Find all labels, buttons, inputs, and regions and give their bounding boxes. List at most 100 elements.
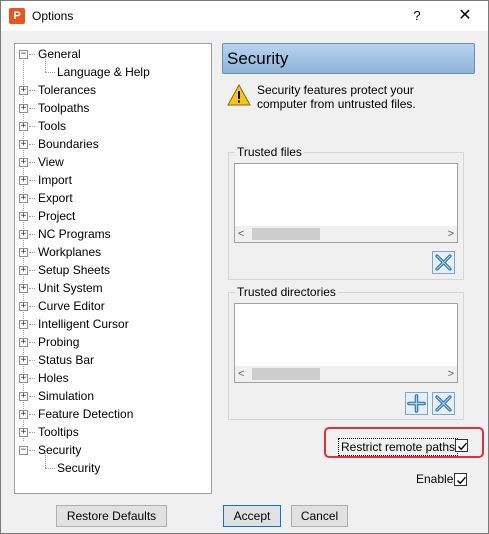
trusted-files-hscrollbar[interactable]: < > xyxy=(235,225,457,242)
tree-item[interactable]: + Import xyxy=(15,171,211,189)
tree-item-label: NC Programs xyxy=(38,227,111,241)
tree-item[interactable]: + View xyxy=(15,153,211,171)
checkmark-icon xyxy=(457,476,467,485)
restore-defaults-button[interactable]: Restore Defaults xyxy=(56,505,167,527)
tree-item-label: Probing xyxy=(38,335,80,349)
add-trusted-directory-button[interactable] xyxy=(405,392,428,415)
collapse-icon[interactable]: − xyxy=(19,50,28,59)
expand-icon[interactable]: + xyxy=(19,410,28,419)
scroll-left-button[interactable]: < xyxy=(238,228,244,240)
tree-connector xyxy=(29,414,35,415)
expand-icon[interactable]: + xyxy=(19,158,28,167)
expand-icon[interactable]: + xyxy=(19,428,28,437)
tree-subitem[interactable]: Security xyxy=(15,453,211,477)
tree-item-label: Unit System xyxy=(38,281,103,295)
expand-icon[interactable]: + xyxy=(19,248,28,257)
expand-icon[interactable]: + xyxy=(19,194,28,203)
tree-item[interactable]: + Tolerances xyxy=(15,81,211,99)
collapse-icon[interactable]: − xyxy=(19,446,28,455)
tree-item[interactable]: + Feature Detection xyxy=(15,405,211,423)
tree-item[interactable]: + Intelligent Cursor xyxy=(15,315,211,333)
tree-item[interactable]: + Setup Sheets xyxy=(15,261,211,279)
panel-header: Security xyxy=(222,43,475,74)
remove-trusted-file-button[interactable] xyxy=(432,251,455,274)
expand-icon[interactable]: + xyxy=(19,230,28,239)
tree-item-label: Holes xyxy=(38,371,69,385)
expand-icon[interactable]: + xyxy=(19,212,28,221)
scroll-left-button[interactable]: < xyxy=(238,368,244,380)
tree-item[interactable]: + Simulation xyxy=(15,387,211,405)
cancel-button[interactable]: Cancel xyxy=(291,505,348,527)
expand-icon[interactable]: + xyxy=(19,140,28,149)
tree-item[interactable]: + Boundaries xyxy=(15,135,211,153)
expand-icon[interactable]: + xyxy=(19,338,28,347)
tree-connector xyxy=(29,288,35,289)
tree-connector xyxy=(29,126,35,127)
panel-title: Security xyxy=(227,49,289,68)
restrict-remote-paths-checkbox[interactable] xyxy=(455,439,468,452)
scroll-thumb[interactable] xyxy=(252,368,320,380)
tree-item-label: Toolpaths xyxy=(38,101,90,115)
tree-item[interactable]: + Tools xyxy=(15,117,211,135)
trusted-directories-label: Trusted directories xyxy=(235,285,338,299)
tree-connector xyxy=(29,450,35,451)
tree-item[interactable]: + Unit System xyxy=(15,279,211,297)
restrict-remote-paths-label[interactable]: Restrict remote paths xyxy=(338,438,459,456)
tree-item-label: Workplanes xyxy=(38,245,102,259)
scroll-thumb[interactable] xyxy=(252,228,320,240)
expand-icon[interactable]: + xyxy=(19,266,28,275)
tree-item[interactable]: + Workplanes xyxy=(15,243,211,261)
tree-item[interactable]: + Holes xyxy=(15,369,211,387)
accept-button[interactable]: Accept xyxy=(223,505,281,527)
remove-icon xyxy=(435,254,452,271)
tree-item[interactable]: + Tooltips xyxy=(15,423,211,441)
tree-item[interactable]: + Project xyxy=(15,207,211,225)
tree-item-label: Boundaries xyxy=(38,137,99,151)
trusted-directories-hscrollbar[interactable]: < > xyxy=(235,365,457,382)
tree-item[interactable]: + Curve Editor xyxy=(15,297,211,315)
trusted-files-list[interactable]: < > xyxy=(234,163,458,243)
expand-icon[interactable]: + xyxy=(19,374,28,383)
tree-item[interactable]: + Export xyxy=(15,189,211,207)
remove-icon xyxy=(435,395,452,412)
expand-icon[interactable]: + xyxy=(19,302,28,311)
tree-item[interactable]: + Toolpaths xyxy=(15,99,211,117)
remove-trusted-directory-button[interactable] xyxy=(432,392,455,415)
tree-connector xyxy=(29,324,35,325)
tree-connector xyxy=(29,342,35,343)
expand-icon[interactable]: + xyxy=(19,122,28,131)
expand-icon[interactable]: + xyxy=(19,320,28,329)
tree-item[interactable]: + Probing xyxy=(15,333,211,351)
expand-icon[interactable]: + xyxy=(19,86,28,95)
tree-item-label: Intelligent Cursor xyxy=(38,317,129,331)
trusted-directories-list[interactable]: < > xyxy=(234,303,458,383)
tree-connector xyxy=(45,468,55,469)
tree-connector xyxy=(29,306,35,307)
trusted-directories-group: Trusted directories < > xyxy=(228,285,464,420)
tree-item-label: Project xyxy=(38,209,76,223)
options-tree[interactable]: − General Language & Help + Tolerances + Toolp… xyxy=(14,43,212,494)
expand-icon[interactable]: + xyxy=(19,284,28,293)
tree-item-label: Tools xyxy=(38,119,67,133)
expand-icon[interactable]: + xyxy=(19,176,28,185)
close-button[interactable]: ✕ xyxy=(451,5,479,27)
expand-icon[interactable]: + xyxy=(19,356,28,365)
tree-item[interactable]: + NC Programs xyxy=(15,225,211,243)
tree-connector xyxy=(29,108,35,109)
warning-text: Security features protect your computer … xyxy=(257,83,416,111)
tree-connector xyxy=(45,57,46,72)
tree-subitem[interactable]: Language & Help xyxy=(15,57,211,81)
help-button[interactable]: ? xyxy=(405,5,429,27)
expand-icon[interactable]: + xyxy=(19,392,28,401)
tree-item[interactable]: + Status Bar xyxy=(15,351,211,369)
tree-connector xyxy=(45,453,46,468)
scroll-right-button[interactable]: > xyxy=(448,368,454,380)
tree-item-label: Simulation xyxy=(38,389,95,403)
scroll-right-button[interactable]: > xyxy=(448,228,454,240)
options-dialog: P Options ? ✕ − General Language & Help + To… xyxy=(0,0,489,534)
enable-checkbox[interactable] xyxy=(454,473,467,486)
expand-icon[interactable]: + xyxy=(19,104,28,113)
tree-connector xyxy=(29,378,35,379)
tree-connector xyxy=(29,360,35,361)
tree-subitem-label: Security xyxy=(57,461,101,475)
